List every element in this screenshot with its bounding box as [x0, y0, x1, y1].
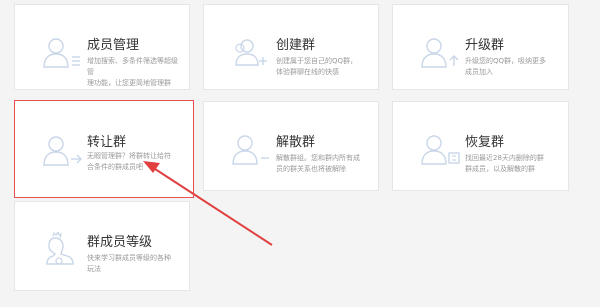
user-list-icon [43, 38, 80, 68]
card-description: 增加搜索、多条件筛选等超级管 理功能，让您更简地管理群 [87, 57, 178, 87]
card-create-group[interactable]: 创建群 创建属于您自己的QQ群， 体验群聊在线的快感 [203, 4, 379, 90]
card-transfer-group[interactable]: 转让群 无暇管理群？将群转让给符 合条件的群成员吧 [14, 100, 194, 198]
card-description: 解散群组。您和群内所有成 员的群关系也将被解除 [276, 154, 360, 173]
card-title: 创建群 [276, 38, 316, 53]
user-remove-icon [232, 135, 269, 165]
card-description: 找回最近28天内删除的群 群成员，以及解散的群 [465, 154, 544, 173]
card-member-management[interactable]: 成员管理 增加搜索、多条件筛选等超级管 理功能，让您更简地管理群 [14, 4, 190, 90]
card-restore-group[interactable]: 恢复群 找回最近28天内删除的群 群成员，以及解散的群 [392, 101, 569, 191]
card-description: 创建属于您自己的QQ群， 体验群聊在线的快感 [276, 57, 358, 76]
card-description: 升级您的QQ群，吸纳更多 成员加入 [465, 57, 547, 76]
card-member-level[interactable]: 群成员等级 快来学习群成员等级的各种 玩法 [14, 201, 190, 291]
card-title: 恢复群 [465, 135, 505, 150]
user-transfer-icon [43, 136, 82, 166]
user-level-icon [46, 232, 74, 265]
user-add-icon [235, 39, 267, 66]
card-title: 升级群 [465, 38, 505, 53]
card-title: 转让群 [87, 135, 127, 150]
card-title: 成员管理 [87, 38, 140, 53]
card-description: 无暇管理群？将群转让给符 合条件的群成员吧 [87, 152, 171, 171]
card-dissolve-group[interactable]: 解散群 解散群组。您和群内所有成 员的群关系也将被解除 [203, 101, 379, 191]
user-upgrade-icon [421, 38, 459, 68]
card-upgrade-group[interactable]: 升级群 升级您的QQ群，吸纳更多 成员加入 [392, 4, 569, 90]
card-title: 群成员等级 [87, 235, 153, 250]
card-title: 解散群 [276, 135, 316, 150]
card-description: 快来学习群成员等级的各种 玩法 [87, 254, 171, 273]
user-restore-icon [421, 135, 460, 165]
